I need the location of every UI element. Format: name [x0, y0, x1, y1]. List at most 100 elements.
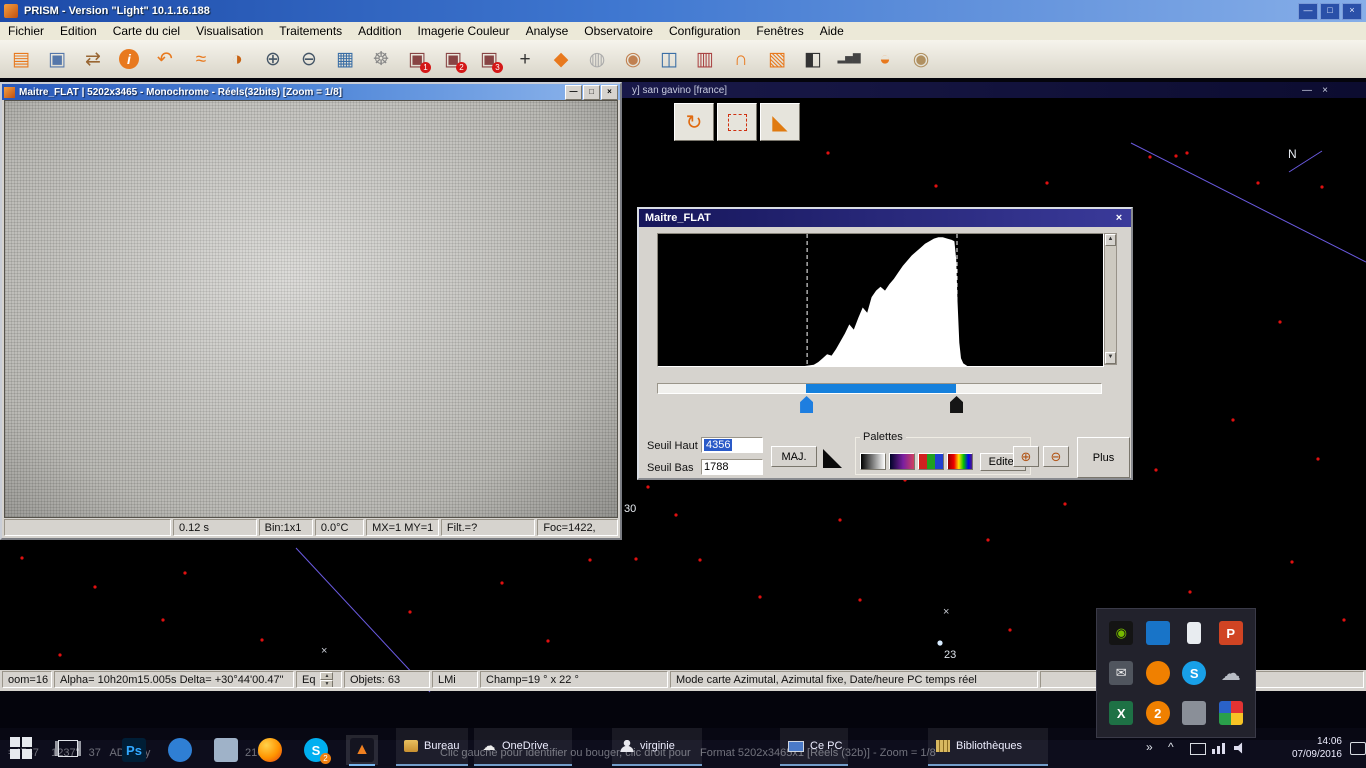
mail-icon[interactable]: ✉: [1109, 661, 1133, 685]
taskbar-prism-taskbar-icon[interactable]: ▲: [346, 735, 378, 765]
zoom-out-icon[interactable]: ⊖: [292, 43, 326, 75]
palette-rgb-button[interactable]: [918, 453, 944, 470]
plus-button[interactable]: Plus: [1077, 437, 1130, 478]
hidden-icons-button[interactable]: ^: [1168, 740, 1174, 754]
taskbar-app-virginie[interactable]: virginie: [612, 728, 702, 766]
start-button[interactable]: [10, 737, 32, 759]
low-threshold-handle[interactable]: [800, 396, 813, 413]
close-button[interactable]: ×: [1342, 3, 1362, 20]
network-icon[interactable]: [1212, 742, 1226, 754]
flame-icon[interactable]: ◆: [544, 43, 578, 75]
rotate-field-button[interactable]: ↻: [674, 103, 714, 141]
info-icon[interactable]: i: [112, 43, 146, 75]
menu-aide[interactable]: Aide: [812, 23, 852, 39]
seuil-bas-input[interactable]: 1788: [701, 459, 763, 475]
overflow-chevron[interactable]: »: [1146, 740, 1153, 754]
palette-purple-button[interactable]: [889, 453, 915, 470]
histogram-dialog[interactable]: Maitre_FLAT × ▲ ▼ Seuil Haut 4356 Seuil …: [637, 207, 1133, 480]
volume-icon[interactable]: [1234, 742, 1247, 754]
palette-rainbow-button[interactable]: [947, 453, 973, 470]
planet-icon[interactable]: ◉: [904, 43, 938, 75]
menu-addition[interactable]: Addition: [350, 23, 409, 39]
dome-sphere-icon[interactable]: ◍: [580, 43, 614, 75]
curves-icon[interactable]: ≈: [184, 43, 218, 75]
image-minimize-button[interactable]: —: [565, 85, 582, 100]
high-threshold-handle[interactable]: [950, 396, 963, 413]
clock[interactable]: 14:06 07/09/2016: [1278, 735, 1342, 761]
image-maximize-button[interactable]: □: [583, 85, 600, 100]
camera2-icon[interactable]: ▣2: [436, 43, 470, 75]
sky-close-button[interactable]: ×: [1318, 85, 1332, 96]
menu-visualisation[interactable]: Visualisation: [188, 23, 271, 39]
menu-configuration[interactable]: Configuration: [661, 23, 748, 39]
scroll-up-icon[interactable]: ▲: [1105, 234, 1116, 246]
taskbar-app-onedrive[interactable]: ☁OneDrive: [474, 728, 572, 766]
gray-monitor-icon[interactable]: [1182, 701, 1206, 725]
threshold-slider[interactable]: [657, 381, 1102, 415]
graph-icon[interactable]: ∩: [724, 43, 758, 75]
prism-titlebar[interactable]: PRISM - Version "Light" 10.1.16.188 — □ …: [0, 0, 1366, 22]
histogram-zoom-out-button[interactable]: ⊖: [1043, 446, 1069, 467]
save-icon[interactable]: ▣: [40, 43, 74, 75]
image-close-button[interactable]: ×: [601, 85, 618, 100]
sky-minimize-button[interactable]: —: [1300, 85, 1314, 96]
maj-button[interactable]: MAJ.: [771, 446, 817, 467]
eq-spinner[interactable]: ▲▼: [320, 672, 333, 688]
taskbar-skype-icon[interactable]: S2: [300, 735, 332, 765]
dome-icon[interactable]: ◒: [868, 43, 902, 75]
gear-icon[interactable]: ☸: [364, 43, 398, 75]
histogram-icon[interactable]: ▂▅▇: [832, 43, 866, 75]
dialog-close-button[interactable]: ×: [1112, 212, 1126, 224]
mount-icon[interactable]: +: [508, 43, 542, 75]
menu-observatoire[interactable]: Observatoire: [576, 23, 661, 39]
select-region-button[interactable]: [717, 103, 757, 141]
taskbar-app-bureau[interactable]: Bureau: [396, 728, 468, 766]
camera-transfer-icon[interactable]: ⇄: [76, 43, 110, 75]
scroll-track[interactable]: [1105, 246, 1116, 352]
histogram-scrollbar[interactable]: ▲ ▼: [1104, 233, 1117, 365]
cube-icon[interactable]: ▧: [760, 43, 794, 75]
taskbar-blue-app-icon[interactable]: [164, 735, 196, 765]
undo-arrow-icon[interactable]: ↶: [148, 43, 182, 75]
measure-angle-button[interactable]: ◣: [760, 103, 800, 141]
taskbar-app-ce-pc[interactable]: Ce PC: [780, 728, 848, 766]
orange-2-icon[interactable]: 2: [1146, 701, 1170, 725]
taskbar-photoshop-icon[interactable]: Ps: [118, 735, 150, 765]
menu-edition[interactable]: Edition: [52, 23, 105, 39]
menu-traitements[interactable]: Traitements: [271, 23, 350, 39]
camera1-icon[interactable]: ▣1: [400, 43, 434, 75]
menu-fichier[interactable]: Fichier: [0, 23, 52, 39]
black-triangle-icon[interactable]: [823, 449, 842, 468]
screen-capture-icon[interactable]: ▦: [328, 43, 362, 75]
bw-split-icon[interactable]: ◧: [796, 43, 830, 75]
image-window[interactable]: Maitre_FLAT | 5202x3465 - Monochrome - R…: [0, 82, 622, 540]
menu-analyse[interactable]: Analyse: [518, 23, 577, 39]
camera3-icon[interactable]: ▣3: [472, 43, 506, 75]
scroll-down-icon[interactable]: ▼: [1105, 352, 1116, 364]
maximize-button[interactable]: □: [1320, 3, 1340, 20]
minimize-button[interactable]: —: [1298, 3, 1318, 20]
histogram-dialog-titlebar[interactable]: Maitre_FLAT ×: [639, 209, 1131, 227]
gray-cloud-icon[interactable]: ☁: [1219, 661, 1243, 685]
taskbar-app-biblioth-ques[interactable]: Bibliothèques: [928, 728, 1048, 766]
pinwheel-icon[interactable]: [1219, 701, 1243, 725]
threshold-track[interactable]: [657, 383, 1102, 394]
palette-gray-button[interactable]: [860, 453, 886, 470]
notification-icon[interactable]: [1350, 742, 1366, 755]
image-window-titlebar[interactable]: Maitre_FLAT | 5202x3465 - Monochrome - R…: [2, 84, 620, 100]
sky-status-seg-2[interactable]: Eq▲▼: [296, 671, 342, 688]
seuil-haut-input[interactable]: 4356: [701, 437, 763, 453]
dust-disc-icon[interactable]: ◉: [616, 43, 650, 75]
blue-ball-icon[interactable]: S: [1182, 661, 1206, 685]
blue-monitor-icon[interactable]: [1146, 621, 1170, 645]
taskbar-firefox-icon[interactable]: [254, 735, 286, 765]
orange-ball-icon[interactable]: [1146, 661, 1170, 685]
histogram-plot[interactable]: [657, 233, 1104, 367]
histogram-zoom-in-button[interactable]: ⊕: [1013, 446, 1039, 467]
nvidia-icon[interactable]: ◉: [1109, 621, 1133, 645]
taskbar-save-app-icon[interactable]: [210, 735, 242, 765]
new-document-icon[interactable]: ▤: [4, 43, 38, 75]
zoom-in-icon[interactable]: ⊕: [256, 43, 290, 75]
flat-field-image[interactable]: [4, 100, 618, 518]
contrast-icon[interactable]: ◑: [220, 43, 254, 75]
